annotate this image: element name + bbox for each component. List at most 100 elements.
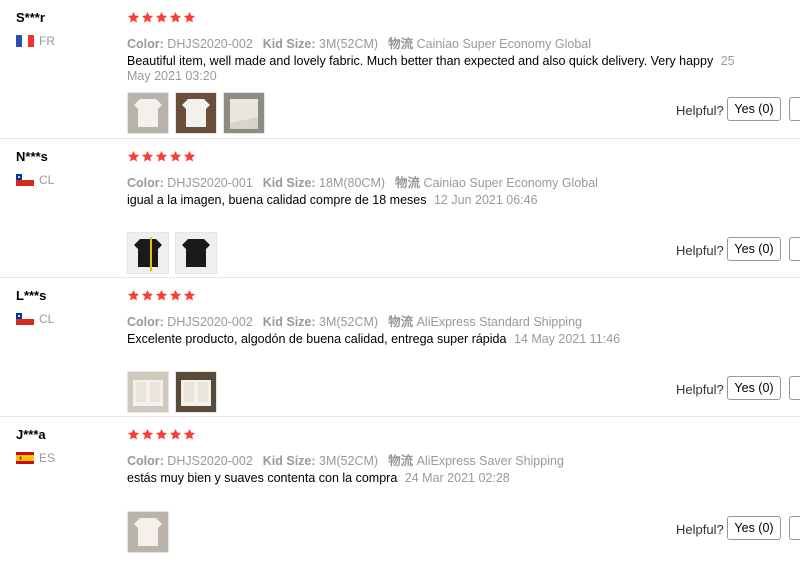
country-code: CL [39,312,55,326]
size-value: 3M(52CM) [319,315,379,329]
helpful-no-button[interactable] [789,237,800,261]
star-icon [141,150,154,163]
helpful-label: Helpful? [676,103,724,118]
order-info: Color: DHJS2020-002 Kid Size: 3M(52CM) 物流 … [127,450,564,469]
france-flag-icon [16,35,34,47]
helpful-no-button[interactable] [789,516,800,540]
helpful-label: Helpful? [676,243,724,258]
reviewer-name: L***s [16,288,47,303]
helpful-yes-button[interactable]: Yes (0) [727,237,781,261]
star-icon [169,150,182,163]
reviewer-name: S***r [16,10,45,25]
star-icon [155,11,168,24]
star-icon [155,289,168,302]
shipping-label: 物流 [388,37,414,51]
review-photo-thumbnail[interactable] [175,92,217,134]
shipping-label: 物流 [388,454,414,468]
shipping-value: AliExpress Saver Shipping [416,454,564,468]
color-label: Color: [127,37,164,51]
color-label: Color: [127,315,164,329]
order-info: Color: DHJS2020-001 Kid Size: 18M(80CM) 物流… [127,172,598,191]
order-info: Color: DHJS2020-002 Kid Size: 3M(52CM) 物流 … [127,311,582,330]
spain-flag-icon [16,452,34,464]
star-icon [155,428,168,441]
review-photo-thumbnail[interactable] [223,92,265,134]
star-icon [127,289,140,302]
review-body: Excelente producto, algodón de buena cal… [127,332,507,346]
shipping-label: 物流 [395,176,421,190]
color-value: DHJS2020-002 [167,37,253,51]
reviewer-country: CL [16,312,54,326]
review-date: 12 Jun 2021 06:46 [433,193,538,207]
color-label: Color: [127,176,164,190]
helpful-label: Helpful? [676,522,724,537]
reviewer-name: J***a [16,427,46,442]
review-item: N***s CL Color: DHJS2020-001 Kid Size: 18M(… [0,139,800,278]
shipping-value: Cainiao Super Economy Global [423,176,598,190]
shipping-label: 物流 [388,315,414,329]
review-item: S***r FR Color: DHJS2020-002 Kid Size: 3M(5… [0,0,800,139]
star-rating [127,150,197,163]
review-item: J***a ES Color: DHJS2020-002 Kid Size: 3M(5… [0,417,800,556]
review-text: igual a la imagen, buena calidad compre … [127,193,747,208]
reviewer-country: ES [16,451,55,465]
star-icon [183,150,196,163]
review-photo-thumbnail[interactable] [127,371,169,413]
review-photos [127,232,223,274]
review-photo-thumbnail[interactable] [127,92,169,134]
star-rating [127,11,197,24]
country-code: CL [39,173,55,187]
star-icon [155,150,168,163]
reviewer-name: N***s [16,149,48,164]
country-code: FR [39,34,55,48]
review-date: 24 Mar 2021 02:28 [404,471,510,485]
star-icon [141,289,154,302]
review-text: Beautiful item, well made and lovely fab… [127,54,747,84]
review-text: Excelente producto, algodón de buena cal… [127,332,747,347]
color-value: DHJS2020-001 [167,176,253,190]
review-photo-thumbnail[interactable] [127,511,169,553]
review-item: L***s CL Color: DHJS2020-002 Kid Size: 3M(5… [0,278,800,417]
review-date: 14 May 2021 11:46 [513,332,621,346]
shipping-value: AliExpress Standard Shipping [416,315,582,329]
color-value: DHJS2020-002 [167,315,253,329]
review-photos [127,371,223,413]
review-text: estás muy bien y suaves contenta con la … [127,471,747,486]
order-info: Color: DHJS2020-002 Kid Size: 3M(52CM) 物流 … [127,33,591,52]
star-icon [183,428,196,441]
star-icon [183,11,196,24]
star-icon [127,150,140,163]
color-value: DHJS2020-002 [167,454,253,468]
helpful-yes-button[interactable]: Yes (0) [727,516,781,540]
star-icon [169,428,182,441]
star-icon [127,11,140,24]
size-label: Kid Size: [262,37,316,51]
size-label: Kid Size: [262,176,316,190]
review-photos [127,511,175,553]
color-label: Color: [127,454,164,468]
size-value: 18M(80CM) [319,176,386,190]
helpful-label: Helpful? [676,382,724,397]
review-body: Beautiful item, well made and lovely fab… [127,54,714,68]
size-value: 3M(52CM) [319,37,379,51]
chile-flag-icon [16,174,34,186]
helpful-yes-button[interactable]: Yes (0) [727,376,781,400]
size-label: Kid Size: [262,454,316,468]
shipping-value: Cainiao Super Economy Global [416,37,591,51]
reviewer-country: CL [16,173,54,187]
review-photo-thumbnail[interactable] [175,371,217,413]
star-icon [169,289,182,302]
star-icon [169,11,182,24]
helpful-no-button[interactable] [789,97,800,121]
helpful-yes-button[interactable]: Yes (0) [727,97,781,121]
country-code: ES [39,451,56,465]
chile-flag-icon [16,313,34,325]
review-list: S***r FR Color: DHJS2020-002 Kid Size: 3M(5… [0,0,800,556]
size-label: Kid Size: [262,315,316,329]
star-icon [141,428,154,441]
review-photo-thumbnail[interactable] [127,232,169,274]
helpful-no-button[interactable] [789,376,800,400]
star-icon [141,11,154,24]
review-photo-thumbnail[interactable] [175,232,217,274]
review-photos [127,92,271,134]
